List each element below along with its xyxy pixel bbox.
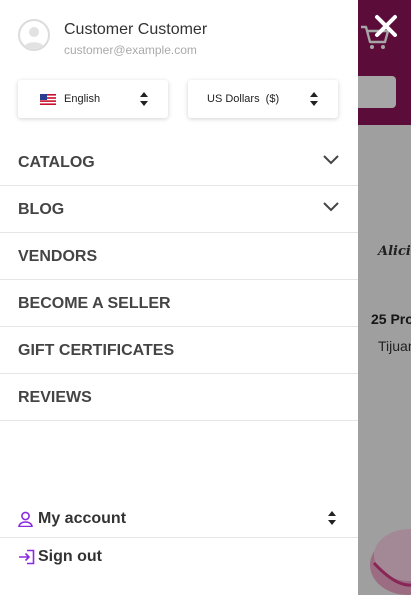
currency-select[interactable]: US Dollars ($) <box>188 80 338 118</box>
menu-item-label: VENDORS <box>18 247 98 265</box>
us-flag-icon <box>40 93 56 105</box>
menu-item-label: CATALOG <box>18 153 95 171</box>
sign-out-button[interactable]: Sign out <box>0 540 358 574</box>
divider <box>0 537 358 538</box>
menu-item-reviews[interactable]: REVIEWS <box>0 374 358 421</box>
chevron-down-icon[interactable] <box>323 155 339 165</box>
user-name: Customer Customer <box>64 21 208 38</box>
sort-arrows-icon <box>328 511 336 525</box>
menu-item-catalog[interactable]: CATALOG <box>0 139 358 186</box>
sort-arrows-icon <box>140 92 148 106</box>
my-account-button[interactable]: My account <box>0 500 358 537</box>
menu-item-blog[interactable]: BLOG <box>0 186 358 233</box>
user-avatar-icon <box>18 19 50 51</box>
divider <box>0 420 358 421</box>
sign-out-label: Sign out <box>38 548 102 565</box>
currency-label: US Dollars ($) <box>207 93 280 105</box>
menu-item-label: BLOG <box>18 200 65 218</box>
menu-item-become-a-seller[interactable]: BECOME A SELLER <box>0 280 358 327</box>
sign-out-icon <box>19 549 35 565</box>
my-account-label: My account <box>38 509 127 527</box>
sort-arrows-icon <box>310 92 318 106</box>
menu-item-label: BECOME A SELLER <box>18 294 171 312</box>
user-email: customer@example.com <box>64 43 197 57</box>
user-icon <box>18 511 33 527</box>
close-icon <box>375 15 397 37</box>
close-drawer-button[interactable] <box>370 10 402 42</box>
menu-item-vendors[interactable]: VENDORS <box>0 233 358 280</box>
mobile-menu-drawer: Customer Customer customer@example.com E… <box>0 0 358 595</box>
language-select[interactable]: English <box>18 80 168 118</box>
chevron-down-icon[interactable] <box>323 202 339 212</box>
language-label: English <box>64 93 101 105</box>
user-info[interactable]: Customer Customer customer@example.com <box>0 0 358 70</box>
menu-item-label: REVIEWS <box>18 388 92 406</box>
menu-item-label: GIFT CERTIFICATES <box>18 341 175 359</box>
menu-item-gift-certificates[interactable]: GIFT CERTIFICATES <box>0 327 358 374</box>
